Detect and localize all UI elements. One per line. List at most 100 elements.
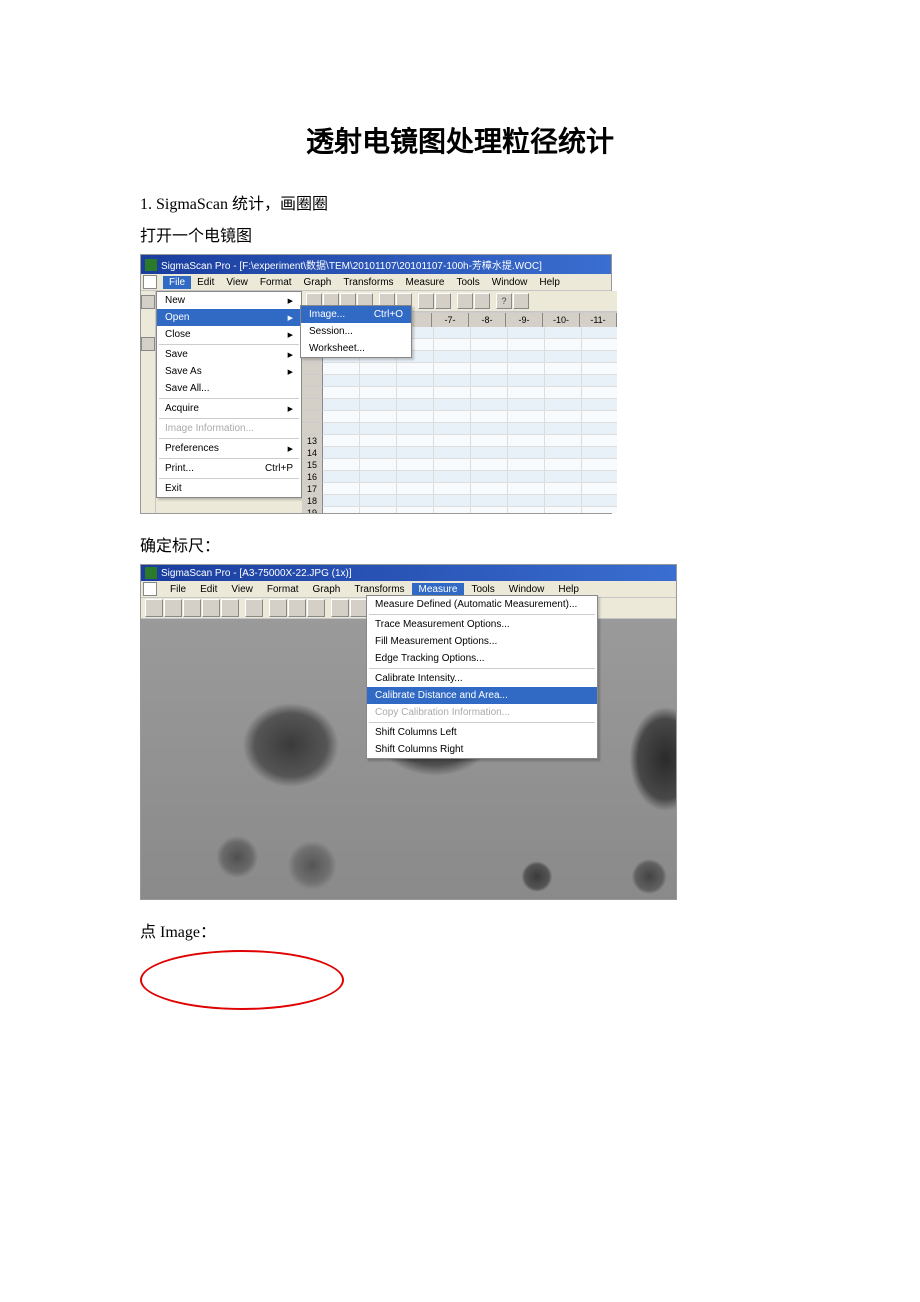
- cell[interactable]: [545, 495, 582, 507]
- file-preferences[interactable]: Preferences: [157, 440, 301, 457]
- cell[interactable]: [323, 459, 360, 471]
- cell[interactable]: [582, 375, 617, 387]
- cell[interactable]: [360, 411, 397, 423]
- col-header[interactable]: -10-: [543, 313, 580, 327]
- cell[interactable]: [508, 363, 545, 375]
- cell[interactable]: [323, 399, 360, 411]
- cell[interactable]: [582, 423, 617, 435]
- row-header[interactable]: 17: [302, 483, 323, 495]
- zoom-in-icon[interactable]: [457, 293, 473, 309]
- file-open[interactable]: Open: [157, 309, 301, 326]
- cell[interactable]: [434, 435, 471, 447]
- cell[interactable]: [545, 399, 582, 411]
- cell[interactable]: [397, 411, 434, 423]
- cell[interactable]: [434, 375, 471, 387]
- cell[interactable]: [545, 471, 582, 483]
- cell[interactable]: [471, 423, 508, 435]
- cell[interactable]: [545, 459, 582, 471]
- menu-window[interactable]: Window: [502, 583, 552, 596]
- cell[interactable]: [360, 387, 397, 399]
- cell[interactable]: [397, 483, 434, 495]
- cell[interactable]: [323, 507, 360, 513]
- cell[interactable]: [471, 471, 508, 483]
- cell[interactable]: [508, 399, 545, 411]
- cell[interactable]: [397, 363, 434, 375]
- cell[interactable]: [545, 447, 582, 459]
- cell[interactable]: [508, 339, 545, 351]
- cell[interactable]: [582, 351, 617, 363]
- menu-format[interactable]: Format: [260, 583, 306, 596]
- menu-view[interactable]: View: [224, 583, 260, 596]
- fill-options[interactable]: Fill Measurement Options...: [367, 633, 597, 650]
- row-header[interactable]: 13: [302, 435, 323, 447]
- row-header[interactable]: 19: [302, 507, 323, 513]
- cell[interactable]: [582, 507, 617, 513]
- menu-edit[interactable]: Edit: [193, 583, 224, 596]
- paste-icon[interactable]: [307, 599, 325, 617]
- open-session[interactable]: Session...: [301, 323, 411, 340]
- cell[interactable]: [545, 411, 582, 423]
- edge-options[interactable]: Edge Tracking Options...: [367, 650, 597, 667]
- row-header[interactable]: 15: [302, 459, 323, 471]
- cell[interactable]: [582, 363, 617, 375]
- copy-icon[interactable]: [288, 599, 306, 617]
- cell[interactable]: [471, 339, 508, 351]
- measure-defined[interactable]: Measure Defined (Automatic Measurement).…: [367, 596, 597, 613]
- cell[interactable]: [545, 327, 582, 339]
- trace-options[interactable]: Trace Measurement Options...: [367, 616, 597, 633]
- cell[interactable]: [397, 495, 434, 507]
- col-header[interactable]: -8-: [469, 313, 506, 327]
- cell[interactable]: [508, 387, 545, 399]
- cell[interactable]: [360, 399, 397, 411]
- cell[interactable]: [434, 351, 471, 363]
- file-acquire[interactable]: Acquire: [157, 400, 301, 417]
- zoom-out-icon[interactable]: [474, 293, 490, 309]
- cell[interactable]: [323, 435, 360, 447]
- row-header[interactable]: [302, 387, 323, 399]
- cell[interactable]: [397, 447, 434, 459]
- cell[interactable]: [360, 495, 397, 507]
- cell[interactable]: [471, 351, 508, 363]
- cell[interactable]: [397, 375, 434, 387]
- cell[interactable]: [397, 423, 434, 435]
- cell[interactable]: [471, 399, 508, 411]
- cell[interactable]: [397, 471, 434, 483]
- cell[interactable]: [434, 459, 471, 471]
- cell[interactable]: [545, 339, 582, 351]
- menu-file[interactable]: File: [163, 276, 191, 289]
- cell[interactable]: [582, 387, 617, 399]
- cell[interactable]: [360, 507, 397, 513]
- cell[interactable]: [360, 375, 397, 387]
- cell[interactable]: [545, 435, 582, 447]
- cell[interactable]: [582, 339, 617, 351]
- cell[interactable]: [360, 483, 397, 495]
- worksheet-icon[interactable]: [141, 295, 155, 309]
- cell[interactable]: [471, 507, 508, 513]
- cell[interactable]: [508, 375, 545, 387]
- cell[interactable]: [434, 411, 471, 423]
- toolbar-btn[interactable]: [418, 293, 434, 309]
- cell[interactable]: [582, 327, 617, 339]
- cell[interactable]: [471, 459, 508, 471]
- cell[interactable]: [471, 387, 508, 399]
- cell[interactable]: [323, 483, 360, 495]
- cell[interactable]: [508, 447, 545, 459]
- shift-columns-right[interactable]: Shift Columns Right: [367, 741, 597, 758]
- row-header[interactable]: [302, 375, 323, 387]
- cell[interactable]: [582, 399, 617, 411]
- menu-edit[interactable]: Edit: [191, 276, 220, 289]
- cell[interactable]: [471, 363, 508, 375]
- cell[interactable]: [323, 495, 360, 507]
- menu-help[interactable]: Help: [551, 583, 586, 596]
- menu-tools[interactable]: Tools: [464, 583, 501, 596]
- row-header[interactable]: [302, 399, 323, 411]
- menu-window[interactable]: Window: [486, 276, 534, 289]
- shift-columns-left[interactable]: Shift Columns Left: [367, 724, 597, 741]
- cell[interactable]: [323, 387, 360, 399]
- calibrate-intensity[interactable]: Calibrate Intensity...: [367, 670, 597, 687]
- cell[interactable]: [323, 471, 360, 483]
- cell[interactable]: [434, 507, 471, 513]
- file-save-all[interactable]: Save All...: [157, 380, 301, 397]
- menu-measure[interactable]: Measure: [400, 276, 451, 289]
- file-save-as[interactable]: Save As: [157, 363, 301, 380]
